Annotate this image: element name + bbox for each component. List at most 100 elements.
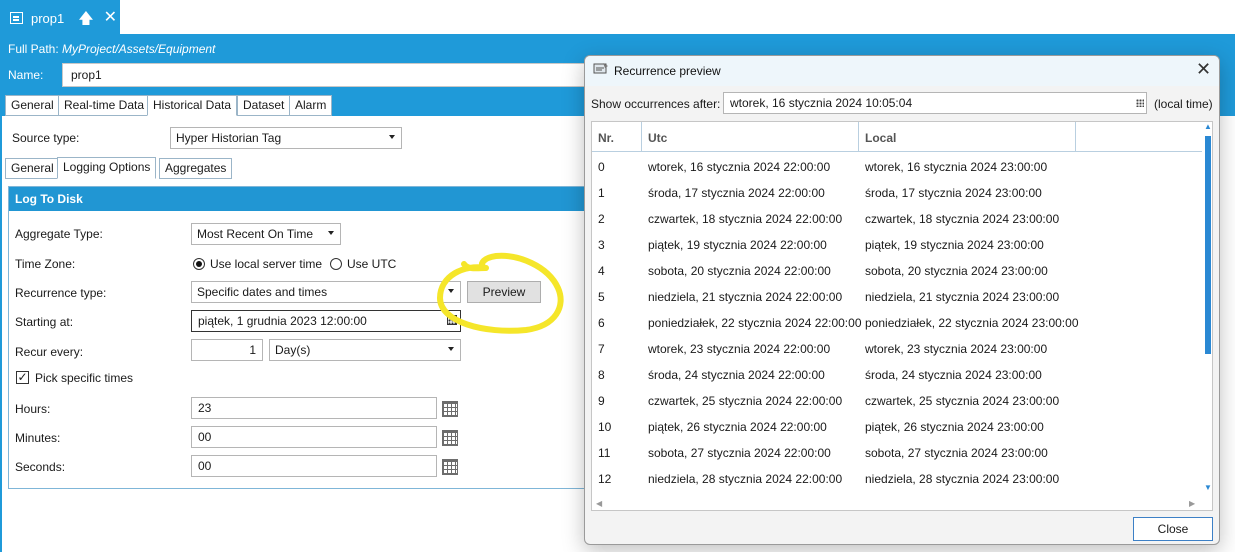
row-nr[interactable]: 4 — [598, 264, 605, 278]
tab-general[interactable]: General — [5, 95, 60, 116]
row-nr[interactable]: 9 — [598, 394, 605, 408]
source-type-value: Hyper Historian Tag — [176, 131, 282, 145]
calendar-icon[interactable] — [442, 401, 458, 417]
chevron-down-icon — [389, 135, 395, 139]
tz-local-radio[interactable] — [193, 258, 205, 270]
row-nr[interactable]: 7 — [598, 342, 605, 356]
calendar-icon[interactable] — [442, 459, 458, 475]
close-icon[interactable]: ✕ — [1196, 60, 1211, 78]
row-local[interactable]: piątek, 26 stycznia 2024 23:00:00 — [865, 420, 1044, 434]
row-nr[interactable]: 5 — [598, 290, 605, 304]
tab-alarm[interactable]: Alarm — [289, 95, 333, 116]
scroll-right-arrow-icon[interactable]: ▶ — [1189, 499, 1195, 508]
row-local[interactable]: wtorek, 23 stycznia 2024 23:00:00 — [865, 342, 1047, 356]
row-utc[interactable]: środa, 24 stycznia 2024 22:00:00 — [648, 368, 825, 382]
row-utc[interactable]: wtorek, 16 stycznia 2024 22:00:00 — [648, 160, 830, 174]
scroll-left-arrow-icon[interactable]: ◀ — [596, 499, 602, 508]
chevron-down-icon — [328, 231, 334, 235]
pick-times-label[interactable]: Pick specific times — [35, 371, 133, 385]
subtab-logging-options[interactable]: Logging Options — [57, 157, 157, 179]
row-utc[interactable]: niedziela, 28 stycznia 2024 22:00:00 — [648, 472, 842, 486]
row-local[interactable]: środa, 17 stycznia 2024 23:00:00 — [865, 186, 1042, 200]
highlight-annotation — [436, 252, 564, 334]
subtab-general[interactable]: General — [5, 158, 60, 179]
close-tab-icon[interactable]: ✕ — [104, 10, 117, 26]
tab-real-time-data[interactable]: Real-time Data — [58, 95, 151, 116]
row-utc[interactable]: czwartek, 18 stycznia 2024 22:00:00 — [648, 212, 842, 226]
tz-utc-label[interactable]: Use UTC — [347, 257, 396, 271]
scrollbar-thumb[interactable] — [1205, 136, 1211, 354]
tab-dataset[interactable]: Dataset — [237, 95, 291, 116]
row-utc[interactable]: środa, 17 stycznia 2024 22:00:00 — [648, 186, 825, 200]
starting-at-value: piątek, 1 grudnia 2023 12:00:00 — [198, 314, 367, 328]
recur-unit-value: Day(s) — [275, 343, 311, 357]
chevron-down-icon — [448, 347, 454, 351]
row-local[interactable]: poniedziałek, 22 stycznia 2024 23:00:00 — [865, 316, 1079, 330]
seconds-label: Seconds: — [15, 460, 66, 474]
name-input[interactable]: prop1 — [62, 63, 602, 87]
pin-icon[interactable]: 🡅 — [78, 11, 93, 26]
row-local[interactable]: czwartek, 25 stycznia 2024 23:00:00 — [865, 394, 1059, 408]
row-utc[interactable]: wtorek, 23 stycznia 2024 22:00:00 — [648, 342, 830, 356]
seconds-input[interactable]: 00 — [191, 455, 437, 477]
recurrence-type-label: Recurrence type: — [15, 286, 107, 300]
tab-historical-data[interactable]: Historical Data — [147, 95, 238, 116]
log-to-disk-header: Log To Disk — [9, 187, 607, 211]
show-after-input[interactable]: wtorek, 16 stycznia 2024 10:05:04 — [723, 92, 1147, 114]
hours-input[interactable]: 23 — [191, 397, 437, 419]
source-type-label: Source type: — [12, 131, 80, 145]
calendar-icon[interactable] — [442, 430, 458, 446]
row-local[interactable]: sobota, 27 stycznia 2024 23:00:00 — [865, 446, 1048, 460]
row-nr[interactable]: 8 — [598, 368, 605, 382]
vertical-scrollbar[interactable] — [1203, 124, 1212, 494]
row-utc[interactable]: sobota, 27 stycznia 2024 22:00:00 — [648, 446, 831, 460]
row-nr[interactable]: 1 — [598, 186, 605, 200]
row-utc[interactable]: czwartek, 25 stycznia 2024 22:00:00 — [648, 394, 842, 408]
column-header-local[interactable]: Local — [859, 122, 1076, 152]
column-header-nr[interactable]: Nr. — [592, 122, 642, 152]
row-nr[interactable]: 2 — [598, 212, 605, 226]
row-nr[interactable]: 10 — [598, 420, 611, 434]
source-type-dropdown[interactable]: Hyper Historian Tag — [170, 127, 402, 149]
document-icon — [10, 12, 23, 24]
row-local[interactable]: czwartek, 18 stycznia 2024 23:00:00 — [865, 212, 1059, 226]
recurrence-type-value: Specific dates and times — [197, 285, 328, 299]
recur-unit-dropdown[interactable]: Day(s) — [269, 339, 461, 361]
document-tab[interactable]: prop1 🡅 ✕ — [0, 0, 120, 36]
calendar-icon[interactable] — [1136, 99, 1144, 107]
column-header-utc[interactable]: Utc — [642, 122, 859, 152]
aggregate-type-value: Most Recent On Time — [197, 227, 314, 241]
row-nr[interactable]: 6 — [598, 316, 605, 330]
pick-times-checkbox[interactable]: ✓ — [16, 371, 29, 384]
row-nr[interactable]: 0 — [598, 160, 605, 174]
row-local[interactable]: wtorek, 16 stycznia 2024 23:00:00 — [865, 160, 1047, 174]
aggregate-type-dropdown[interactable]: Most Recent On Time — [191, 223, 341, 245]
row-local[interactable]: środa, 24 stycznia 2024 23:00:00 — [865, 368, 1042, 382]
row-utc[interactable]: poniedziałek, 22 stycznia 2024 22:00:00 — [648, 316, 862, 330]
recur-every-input[interactable]: 1 — [191, 339, 263, 361]
scroll-up-arrow-icon[interactable]: ▲ — [1204, 122, 1212, 131]
row-utc[interactable]: niedziela, 21 stycznia 2024 22:00:00 — [648, 290, 842, 304]
occurrences-table[interactable]: Nr. Utc Local 0 wtorek, 16 stycznia 2024 … — [591, 121, 1213, 511]
row-nr[interactable]: 12 — [598, 472, 611, 486]
time-zone-label: Time Zone: — [15, 257, 76, 271]
row-local[interactable]: sobota, 20 stycznia 2024 23:00:00 — [865, 264, 1048, 278]
minutes-input[interactable]: 00 — [191, 426, 437, 448]
tz-local-label[interactable]: Use local server time — [210, 257, 322, 271]
recurrence-type-dropdown[interactable]: Specific dates and times — [191, 281, 461, 303]
row-utc[interactable]: sobota, 20 stycznia 2024 22:00:00 — [648, 264, 831, 278]
row-local[interactable]: piątek, 19 stycznia 2024 23:00:00 — [865, 238, 1044, 252]
row-local[interactable]: niedziela, 28 stycznia 2024 23:00:00 — [865, 472, 1059, 486]
row-nr[interactable]: 11 — [598, 446, 610, 460]
dialog-title: Recurrence preview — [614, 64, 721, 78]
close-button[interactable]: Close — [1133, 517, 1213, 541]
tz-utc-radio[interactable] — [330, 258, 342, 270]
starting-at-input[interactable]: piątek, 1 grudnia 2023 12:00:00 — [191, 310, 461, 332]
row-utc[interactable]: piątek, 26 stycznia 2024 22:00:00 — [648, 420, 827, 434]
row-utc[interactable]: piątek, 19 stycznia 2024 22:00:00 — [648, 238, 827, 252]
scroll-down-arrow-icon[interactable]: ▼ — [1204, 483, 1212, 492]
row-local[interactable]: niedziela, 21 stycznia 2024 23:00:00 — [865, 290, 1059, 304]
row-nr[interactable]: 3 — [598, 238, 605, 252]
subtab-aggregates[interactable]: Aggregates — [159, 158, 233, 179]
aggregate-type-label: Aggregate Type: — [15, 227, 103, 241]
